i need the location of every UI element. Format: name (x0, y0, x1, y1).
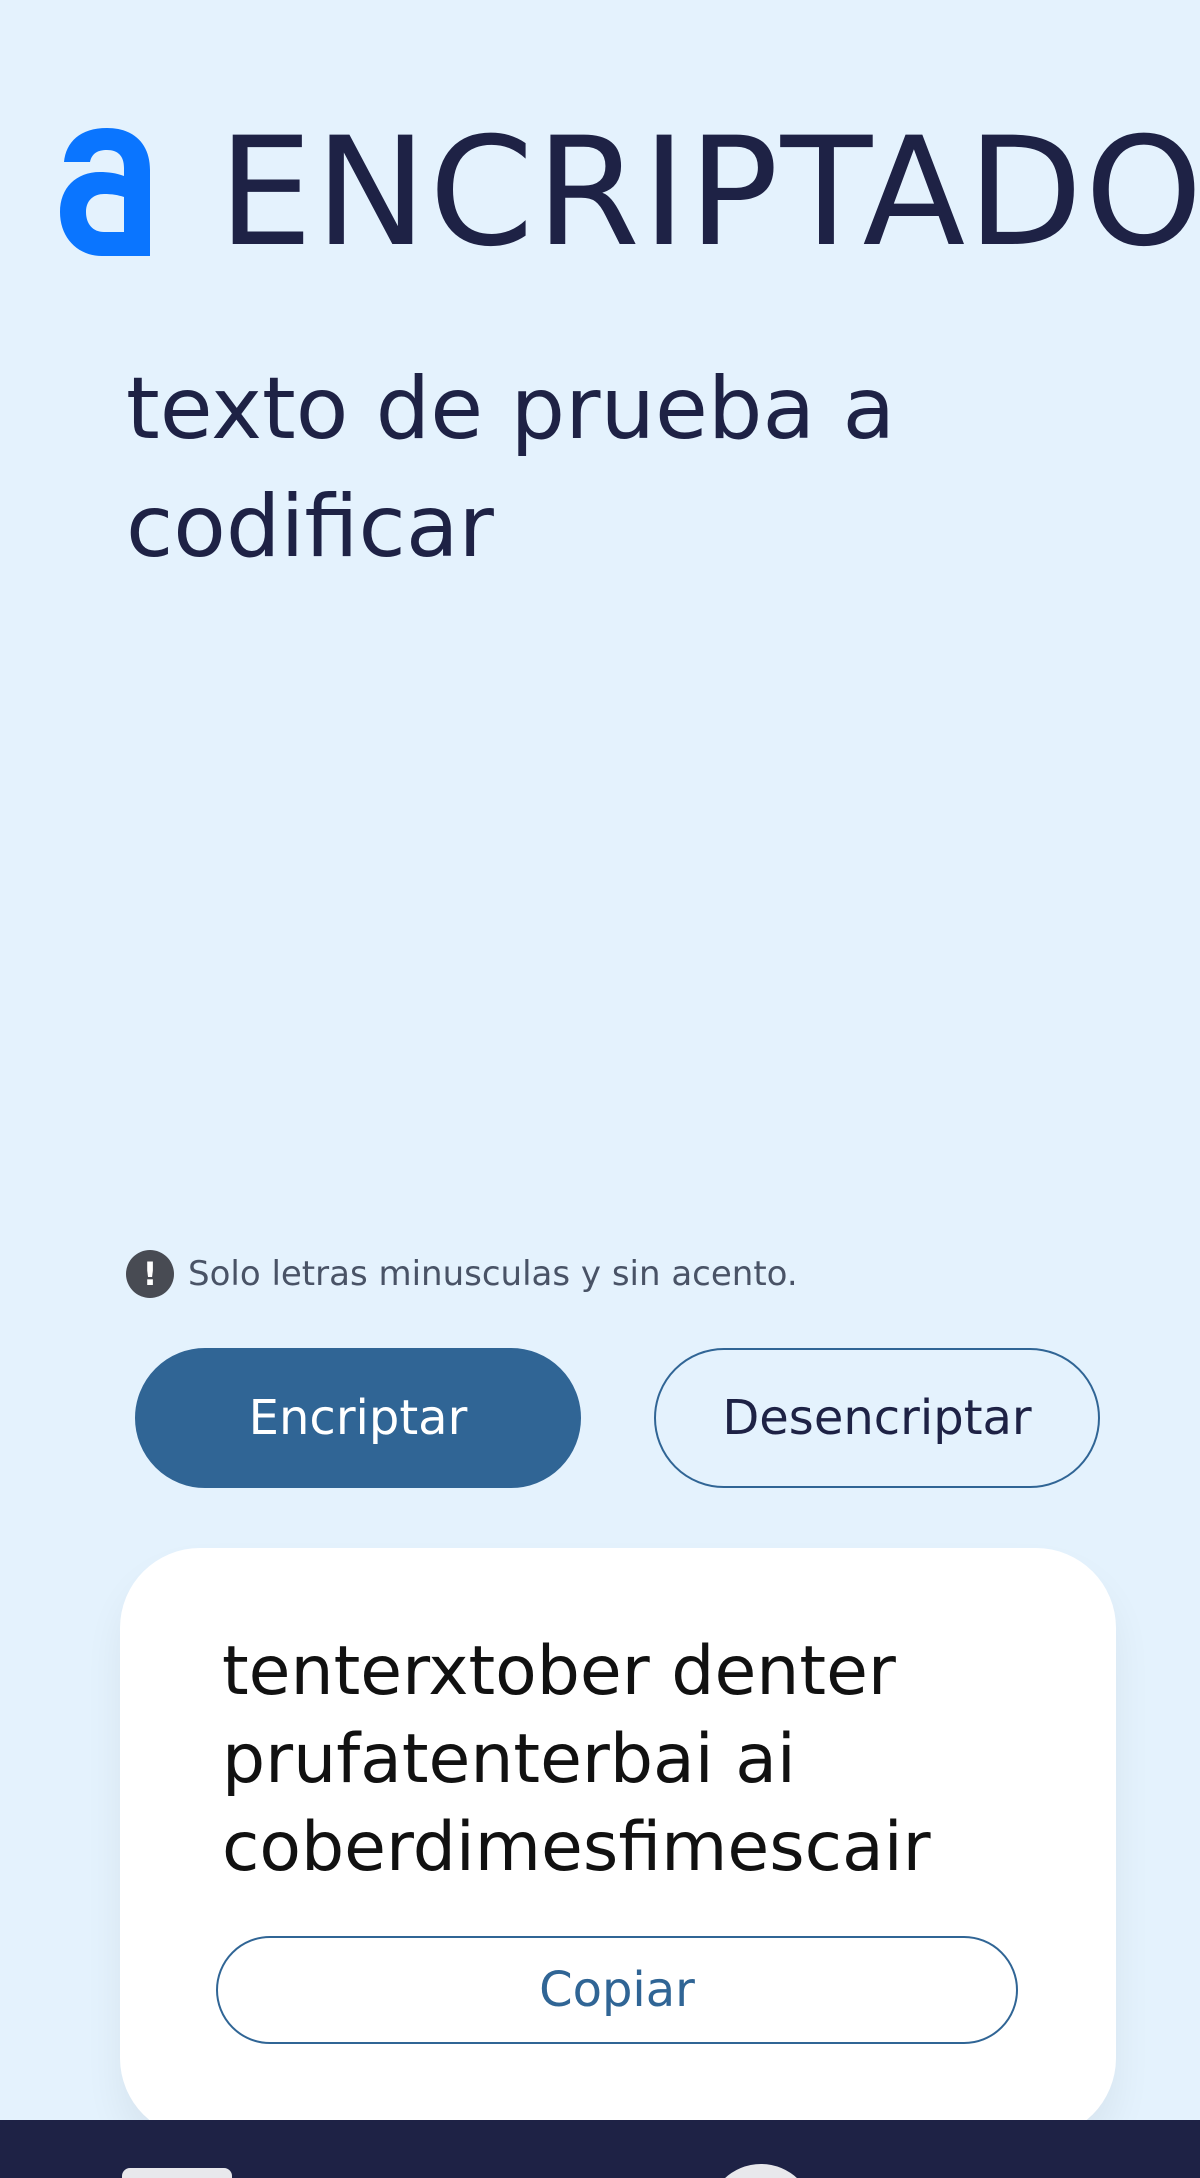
footer-square-shape (122, 2168, 232, 2178)
app-title: ENCRIPTADO (218, 106, 1200, 280)
footer-bar (0, 2120, 1200, 2178)
message-input[interactable] (126, 350, 1066, 1210)
encrypt-button[interactable]: Encriptar (135, 1348, 581, 1488)
decrypt-button[interactable]: Desencriptar (654, 1348, 1100, 1488)
hint-text: Solo letras minusculas y sin acento. (188, 1254, 798, 1294)
output-card: tenterxtober denter prufatenterbai ai co… (120, 1548, 1116, 2138)
output-text: tenterxtober denter prufatenterbai ai co… (222, 1632, 931, 1887)
hint: ! Solo letras minusculas y sin acento. (126, 1250, 798, 1298)
exclamation-icon: ! (126, 1250, 174, 1298)
copy-button[interactable]: Copiar (216, 1936, 1018, 2044)
app-page: ENCRIPTADO ! Solo letras minusculas y si… (0, 0, 1200, 2178)
footer-circle-shape (708, 2164, 814, 2178)
alura-logo-icon (60, 128, 150, 256)
